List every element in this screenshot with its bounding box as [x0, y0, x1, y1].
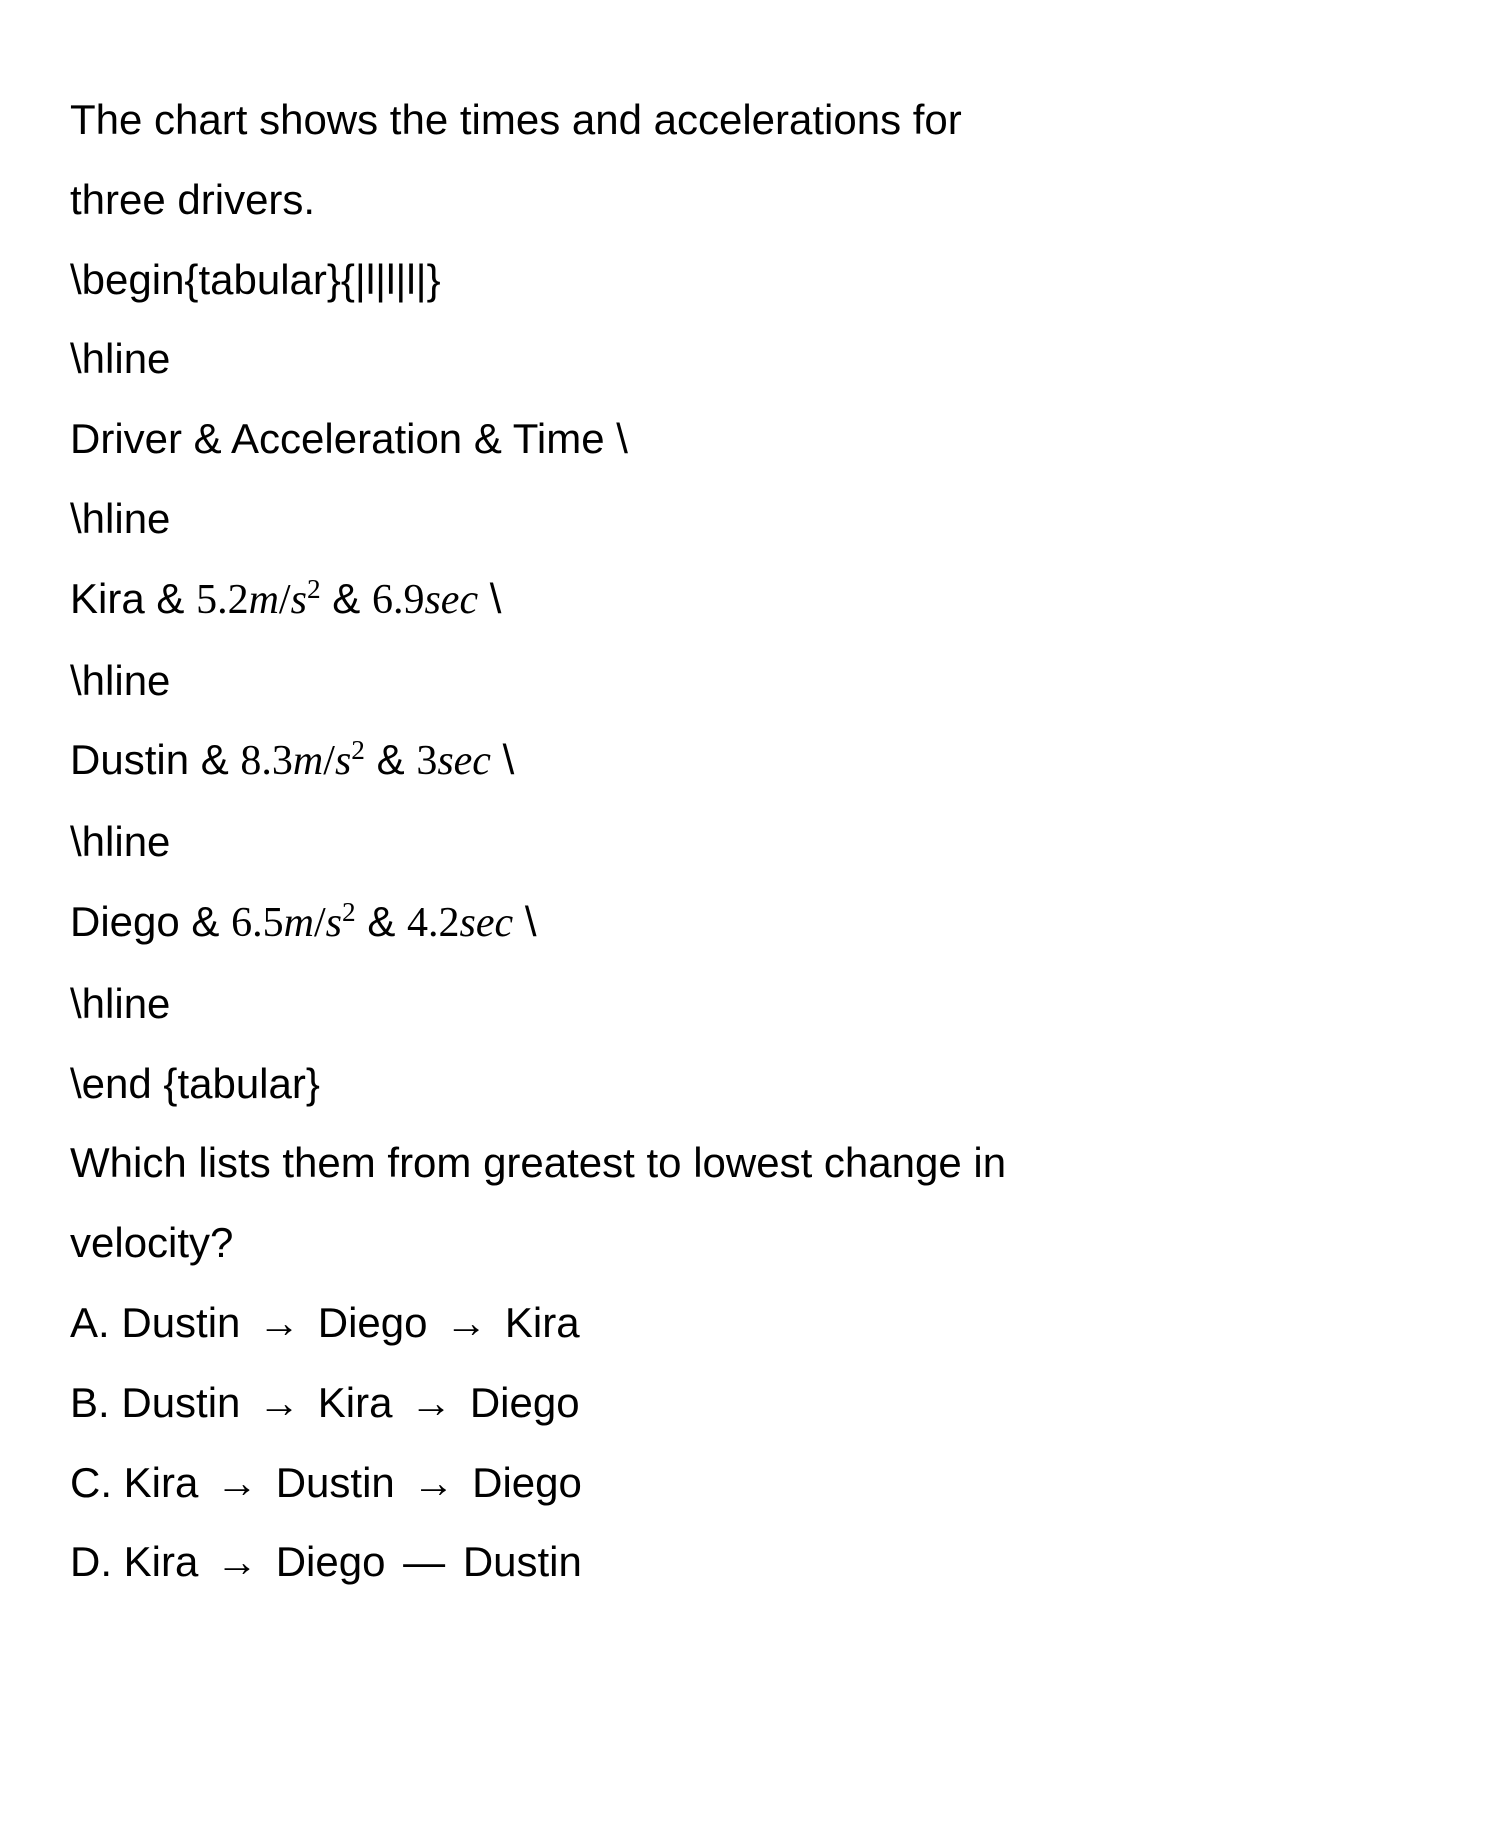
table-row: Kira & 5.2m/s2 & 6.9sec \ — [70, 559, 1270, 641]
unit-s: s — [335, 738, 351, 784]
table-header-time: Time — [513, 415, 605, 462]
table-header-acceleration: Acceleration — [231, 415, 462, 462]
accel-number: 5.2 — [196, 577, 249, 623]
time-number: 6.9 — [372, 577, 425, 623]
choice-label: B. — [70, 1379, 110, 1426]
slash: / — [323, 738, 335, 784]
latex-hline: \hline — [70, 802, 1270, 882]
choice-name-1: Kira — [124, 1459, 199, 1506]
latex-begin-tabular: \begin{tabular}{|l|l|l|} — [70, 240, 1270, 320]
ampersand: & — [194, 415, 222, 462]
ampersand: & — [474, 415, 502, 462]
arrow-icon: → — [216, 1443, 258, 1523]
unit-sec: sec — [424, 577, 478, 623]
time-value: 4.2sec — [407, 898, 525, 945]
latex-row-end: \ — [525, 898, 537, 945]
driver-name: Diego — [70, 898, 180, 945]
choice-d: D. Kira → Diego — Dustin — [70, 1522, 1270, 1602]
latex-hline: \hline — [70, 479, 1270, 559]
table-row: Dustin & 8.3m/s2 & 3sec \ — [70, 720, 1270, 802]
ampersand: & — [156, 575, 184, 622]
choice-a: A. Dustin → Diego → Kira — [70, 1283, 1270, 1363]
unit-m: m — [249, 577, 279, 623]
choice-name-2: Dustin — [276, 1459, 395, 1506]
slash: / — [314, 900, 326, 946]
latex-hline: \hline — [70, 964, 1270, 1044]
latex-hline: \hline — [70, 319, 1270, 399]
choice-name-1: Kira — [124, 1538, 199, 1585]
arrow-icon: → — [258, 1283, 300, 1363]
time-value: 3sec — [416, 736, 502, 783]
latex-row-end: \ — [616, 415, 628, 462]
unit-m: m — [284, 900, 314, 946]
arrow-icon: → — [445, 1283, 487, 1363]
choice-name-2: Kira — [318, 1379, 393, 1426]
table-header-row: Driver & Acceleration & Time \ — [70, 399, 1270, 479]
time-value: 6.9sec — [372, 575, 490, 622]
ampersand: & — [201, 736, 229, 783]
choice-name-2: Diego — [318, 1299, 428, 1346]
accel-number: 6.5 — [231, 900, 284, 946]
latex-end-tabular: \end {tabular} — [70, 1044, 1270, 1124]
intro-line-1: The chart shows the times and accelerati… — [70, 80, 1270, 160]
arrow-icon: → — [258, 1363, 300, 1443]
intro-line-2: three drivers. — [70, 160, 1270, 240]
acceleration-value: 8.3m/s2 — [240, 736, 376, 783]
choice-name-2: Diego — [276, 1538, 386, 1585]
choice-name-3: Diego — [472, 1459, 582, 1506]
unit-s: s — [291, 577, 307, 623]
question-body: The chart shows the times and accelerati… — [70, 80, 1270, 1602]
ampersand: & — [191, 898, 219, 945]
choice-name-3: Diego — [470, 1379, 580, 1426]
ampersand: & — [377, 736, 405, 783]
dash-icon: — — [403, 1522, 445, 1602]
choice-label: C. — [70, 1459, 112, 1506]
table-row: Diego & 6.5m/s2 & 4.2sec \ — [70, 882, 1270, 964]
arrow-icon: → — [412, 1443, 454, 1523]
exponent-2: 2 — [307, 574, 321, 604]
question-line-1: Which lists them from greatest to lowest… — [70, 1123, 1270, 1203]
slash: / — [279, 577, 291, 623]
latex-row-end: \ — [490, 575, 502, 622]
arrow-icon: → — [216, 1522, 258, 1602]
latex-row-end: \ — [503, 736, 515, 783]
arrow-icon: → — [410, 1363, 452, 1443]
choice-name-1: Dustin — [121, 1379, 240, 1426]
acceleration-value: 6.5m/s2 — [231, 898, 367, 945]
choice-name-1: Dustin — [121, 1299, 240, 1346]
ampersand: & — [332, 575, 360, 622]
acceleration-value: 5.2m/s2 — [196, 575, 332, 622]
ampersand: & — [367, 898, 395, 945]
table-header-driver: Driver — [70, 415, 182, 462]
unit-m: m — [293, 738, 323, 784]
choice-name-3: Dustin — [463, 1538, 582, 1585]
choice-b: B. Dustin → Kira → Diego — [70, 1363, 1270, 1443]
accel-number: 8.3 — [240, 738, 293, 784]
driver-name: Dustin — [70, 736, 189, 783]
choice-c: C. Kira → Dustin → Diego — [70, 1443, 1270, 1523]
exponent-2: 2 — [342, 897, 356, 927]
exponent-2: 2 — [351, 735, 365, 765]
latex-hline: \hline — [70, 641, 1270, 721]
question-line-2: velocity? — [70, 1203, 1270, 1283]
driver-name: Kira — [70, 575, 145, 622]
choice-label: D. — [70, 1538, 112, 1585]
choice-label: A. — [70, 1299, 110, 1346]
time-number: 3 — [416, 738, 437, 784]
choice-name-3: Kira — [505, 1299, 580, 1346]
unit-sec: sec — [460, 900, 514, 946]
unit-s: s — [326, 900, 342, 946]
unit-sec: sec — [437, 738, 491, 784]
time-number: 4.2 — [407, 900, 460, 946]
